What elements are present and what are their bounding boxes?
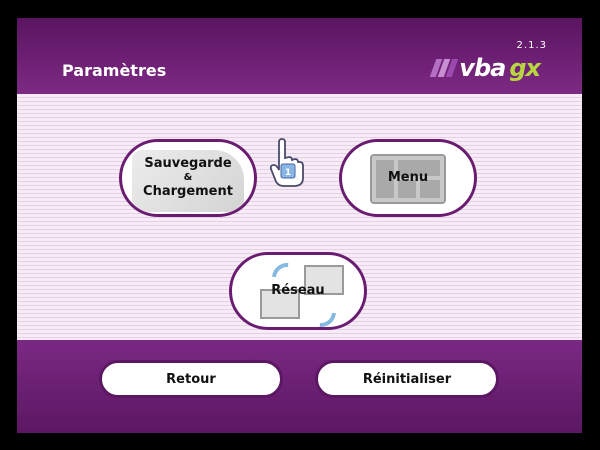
logo-gx-text: gx [509,54,541,82]
logo-vba-text: vba [459,54,506,82]
menu-label: Menu [387,170,429,186]
version-label: 2.1.3 [516,40,547,51]
logo-stripes-icon [430,59,459,77]
page-title: Paramètres [62,61,167,80]
header-bar: Paramètres 2.1.3 vba gx [17,18,582,94]
content-area: Sauvegarde & Chargement Menu Réseau [17,94,582,340]
reset-button[interactable]: Réinitialiser [315,360,499,398]
save-label: Sauvegarde [144,156,232,172]
back-button[interactable]: Retour [99,360,283,398]
network-button[interactable]: Réseau [229,252,367,330]
settings-screen: Paramètres 2.1.3 vba gx Sauvegarde & Cha… [17,18,582,433]
pointing-hand-icon: 1 [269,138,304,187]
ampersand-label: & [183,172,193,183]
footer-bar: Retour Réinitialiser [17,340,582,433]
load-label: Chargement [143,184,233,199]
network-label: Réseau [271,283,325,299]
menu-button[interactable]: Menu [339,139,477,217]
vbagx-logo: vba gx [430,54,541,82]
svg-text:1: 1 [285,168,291,178]
save-load-label: Sauvegarde & Chargement [143,156,233,199]
save-load-button[interactable]: Sauvegarde & Chargement [119,139,257,217]
